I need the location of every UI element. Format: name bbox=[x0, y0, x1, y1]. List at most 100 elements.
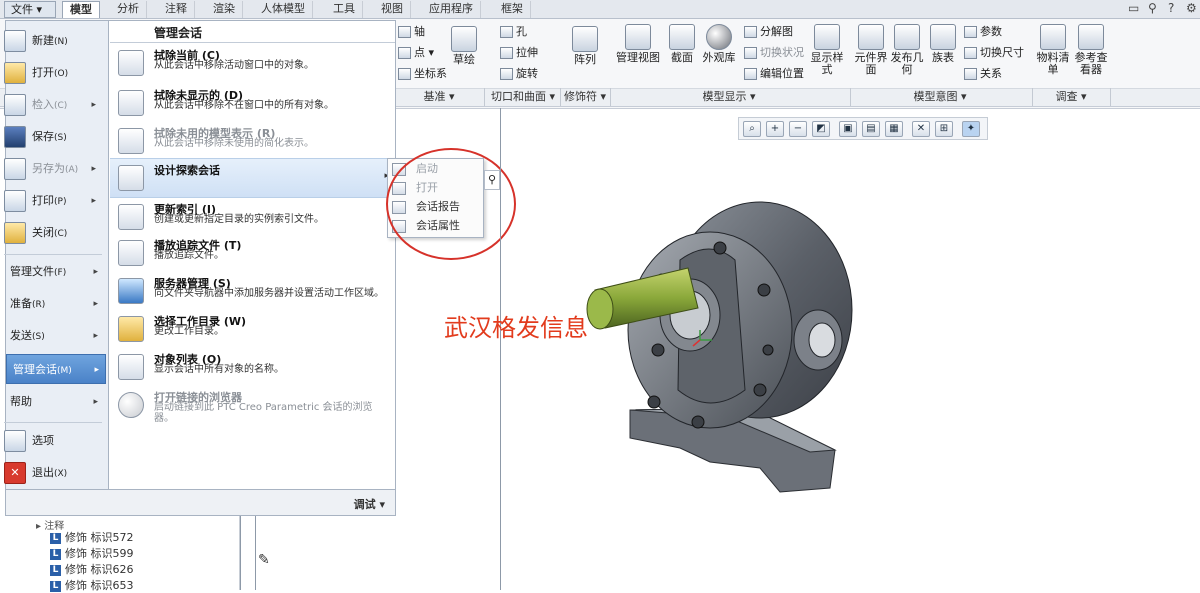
select-working-directory-item[interactable]: 选择工作目录 (W) 更改工作目录。 bbox=[110, 310, 395, 352]
section-button[interactable]: 截面 bbox=[666, 24, 698, 64]
revolve-button[interactable]: 旋转 bbox=[500, 64, 538, 84]
group-label-model-display[interactable]: 模型显示 ▾ bbox=[610, 89, 848, 105]
new-menu-item[interactable]: 新建(N) bbox=[4, 26, 102, 56]
erase-current-item[interactable]: 拭除当前 (C) 从此会话中移除活动窗口中的对象。 bbox=[110, 44, 395, 86]
point-icon bbox=[398, 47, 411, 59]
help-menu-item[interactable]: 帮助 ▸ bbox=[4, 388, 104, 416]
bill-of-materials-button[interactable]: 物料清单 bbox=[1036, 24, 1070, 76]
file-menu-footer: 调试 ▾ bbox=[5, 490, 396, 516]
tree-node[interactable]: L 修饰 标识599 bbox=[50, 545, 134, 561]
datum-display-icon[interactable]: ✕ bbox=[912, 121, 930, 137]
manage-views-icon bbox=[625, 24, 651, 50]
relations-icon bbox=[964, 68, 977, 80]
manage-session-menu-item[interactable]: 管理会话(M) ▸ bbox=[6, 354, 106, 384]
print-menu-item[interactable]: 打印(P) ▸ bbox=[4, 186, 102, 216]
extrude-button[interactable]: 拉伸 bbox=[500, 43, 538, 63]
zoom-out-icon[interactable]: − bbox=[789, 121, 807, 137]
file-menu-button[interactable]: 文件 ▾ bbox=[4, 1, 56, 18]
repaint-icon[interactable]: ◩ bbox=[812, 121, 830, 137]
hole-button[interactable]: 孔 bbox=[500, 22, 527, 42]
saved-orientations-icon[interactable]: ▤ bbox=[862, 121, 880, 137]
tree-node[interactable]: L 修饰 标识653 bbox=[50, 577, 134, 593]
open-linked-browser-item[interactable]: 打开链接的浏览器 启动链接到此 PTC Creo Parametric 会话的浏… bbox=[110, 386, 395, 428]
group-label-investigate[interactable]: 调查 ▾ bbox=[1032, 89, 1110, 105]
save-as-icon bbox=[4, 158, 26, 180]
feature-icon: L bbox=[50, 564, 61, 576]
options-menu-item[interactable]: 选项 bbox=[4, 426, 102, 456]
sketch-button[interactable]: 草绘 bbox=[447, 26, 481, 66]
point-button[interactable]: 点 ▾ bbox=[398, 43, 434, 63]
open-menu-item[interactable]: 打开(O) bbox=[4, 58, 102, 88]
pattern-button[interactable]: 阵列 bbox=[568, 26, 602, 66]
design-exploration-item[interactable]: 设计探索会话 ▸ bbox=[110, 158, 395, 198]
tree-node[interactable]: L 修饰 标识572 bbox=[50, 529, 134, 545]
csys-button[interactable]: 坐标系 bbox=[398, 64, 447, 84]
tab-annotate[interactable]: 注释 bbox=[158, 1, 195, 18]
search-icon[interactable]: ⚲ bbox=[1148, 1, 1157, 15]
group-label-datum[interactable]: 基准 ▾ bbox=[396, 89, 482, 105]
help-icon[interactable]: ? bbox=[1168, 1, 1174, 15]
gear-pump-model[interactable] bbox=[560, 190, 860, 500]
publish-geometry-button[interactable]: 发布几何 bbox=[890, 24, 924, 76]
group-divider bbox=[1110, 88, 1111, 106]
play-trail-file-item[interactable]: 播放追踪文件 (T) 播放追踪文件。 bbox=[110, 234, 395, 276]
tab-render[interactable]: 渲染 bbox=[206, 1, 243, 18]
family-table-button[interactable]: 族表 bbox=[926, 24, 960, 64]
pin-icon[interactable]: ✎ bbox=[258, 552, 270, 568]
ribbon-tab-bar: 文件 ▾ 模型 分析 注释 渲染 人体模型 工具 视图 应用程序 框架 ▭ ⚲ … bbox=[0, 0, 1200, 19]
zoom-in-icon[interactable]: + bbox=[766, 121, 784, 137]
spin-center-icon[interactable]: ⊞ bbox=[935, 121, 953, 137]
toggle-status-icon bbox=[744, 47, 757, 59]
exit-menu-item[interactable]: ✕ 退出(X) bbox=[4, 458, 102, 488]
annotation-display-icon[interactable]: ✦ bbox=[962, 121, 980, 137]
object-list-item[interactable]: 对象列表 (O) 显示会话中所有对象的名称。 bbox=[110, 348, 395, 390]
tree-node[interactable]: L 修饰 标识626 bbox=[50, 561, 134, 577]
feature-icon: L bbox=[50, 532, 61, 544]
relations-button[interactable]: 关系 bbox=[964, 64, 1002, 84]
menu-divider bbox=[4, 254, 102, 255]
prepare-menu-item[interactable]: 准备(R) ▸ bbox=[4, 290, 104, 318]
erase-not-displayed-item[interactable]: 拭除未显示的 (D) 从此会话中移除不在窗口中的所有对象。 bbox=[110, 84, 395, 126]
tab-model[interactable]: 模型 bbox=[62, 1, 100, 18]
tab-view[interactable]: 视图 bbox=[374, 1, 411, 18]
server-management-item[interactable]: 服务器管理 (S) 向文件夹导航器中添加服务器并设置活动工作区域。 bbox=[110, 272, 395, 314]
close-menu-item[interactable]: 关闭(C) bbox=[4, 218, 102, 248]
edit-position-button[interactable]: 编辑位置 bbox=[744, 64, 804, 84]
refit-icon[interactable]: ⌕ bbox=[743, 121, 761, 137]
tab-analysis[interactable]: 分析 bbox=[110, 1, 147, 18]
minimize-ribbon-icon[interactable]: ▭ bbox=[1128, 1, 1139, 15]
erase-not-displayed-icon bbox=[118, 90, 144, 116]
send-menu-item[interactable]: 发送(S) ▸ bbox=[4, 322, 104, 350]
axis-button[interactable]: 轴 bbox=[398, 22, 425, 42]
save-as-menu-item[interactable]: 另存为(A) ▸ bbox=[4, 154, 102, 184]
document-list-icon bbox=[118, 354, 144, 380]
reference-viewer-button[interactable]: 参考查看器 bbox=[1070, 24, 1112, 76]
group-label-model-intent[interactable]: 模型意图 ▾ bbox=[850, 89, 1030, 105]
appearance-gallery-button[interactable]: 外观库 bbox=[700, 24, 738, 64]
manage-file-menu-item[interactable]: 管理文件(F) ▸ bbox=[4, 258, 104, 286]
group-label-cut-surface[interactable]: 切口和曲面 ▾ bbox=[486, 89, 560, 105]
cube-icon bbox=[814, 24, 840, 50]
parameters-button[interactable]: 参数 bbox=[964, 22, 1002, 42]
view-manager-icon[interactable]: ▦ bbox=[885, 121, 903, 137]
explode-view-button[interactable]: 分解图 bbox=[744, 22, 793, 42]
tab-applications[interactable]: 应用程序 bbox=[422, 1, 481, 18]
component-interface-button[interactable]: 元件界面 bbox=[854, 24, 888, 76]
checkin-menu-item[interactable]: 检入(C) ▸ bbox=[4, 90, 102, 120]
tab-manikin[interactable]: 人体模型 bbox=[254, 1, 313, 18]
tab-tools[interactable]: 工具 bbox=[326, 1, 363, 18]
toggle-status-button[interactable]: 切换状况 bbox=[744, 43, 804, 63]
debug-button[interactable]: 调试 ▾ bbox=[354, 496, 385, 512]
display-style-button[interactable]: 显示样式 bbox=[808, 24, 846, 76]
group-divider bbox=[484, 88, 485, 106]
save-menu-item[interactable]: 保存(S) bbox=[4, 122, 102, 152]
manage-views-button[interactable]: 管理视图 bbox=[614, 24, 662, 64]
switch-dimensions-button[interactable]: 切换尺寸 bbox=[964, 43, 1024, 63]
tab-framework[interactable]: 框架 bbox=[494, 1, 531, 18]
red-highlight-circle bbox=[386, 148, 516, 260]
switch-dimensions-icon bbox=[964, 47, 977, 59]
display-style-icon[interactable]: ▣ bbox=[839, 121, 857, 137]
settings-icon[interactable]: ⚙ bbox=[1186, 1, 1197, 15]
exit-icon: ✕ bbox=[4, 462, 26, 484]
group-label-modifiers[interactable]: 修饰符 ▾ bbox=[560, 89, 610, 105]
